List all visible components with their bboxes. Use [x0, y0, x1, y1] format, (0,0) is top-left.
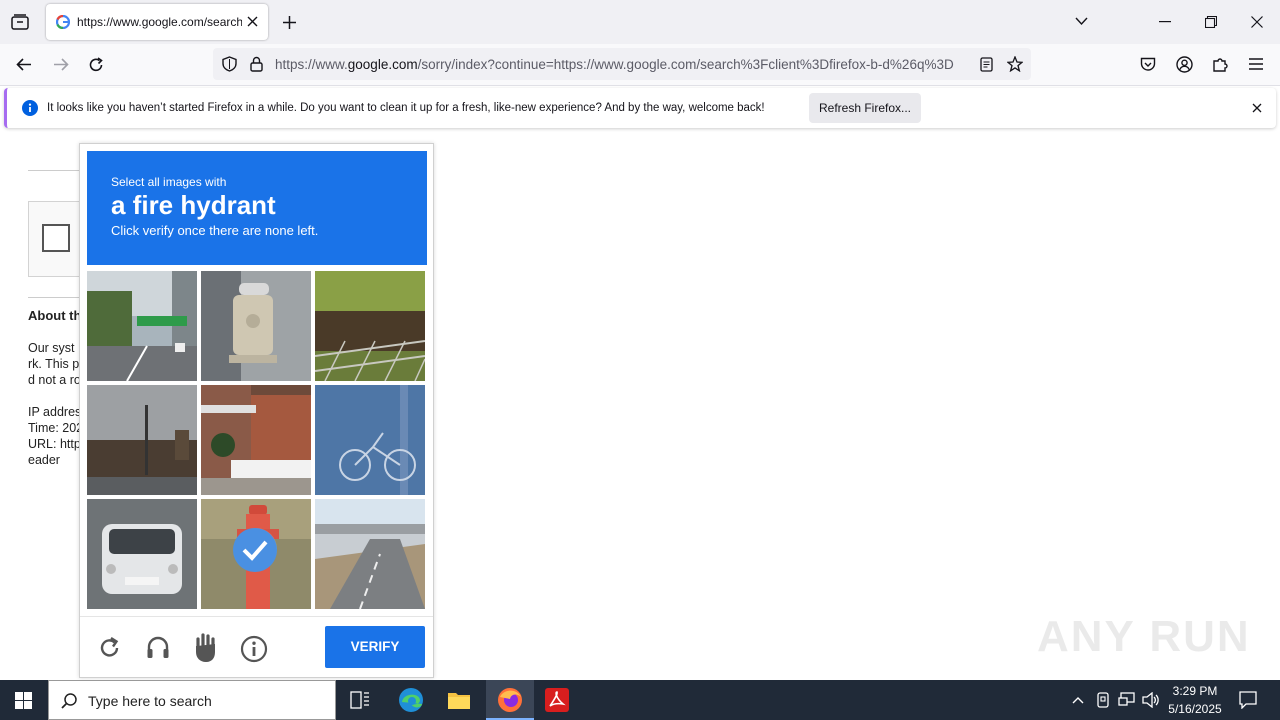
close-notification-icon[interactable] — [1252, 103, 1262, 113]
restore-icon[interactable] — [1205, 16, 1217, 28]
recaptcha-challenge: Select all images with a fire hydrant Cl… — [79, 143, 434, 678]
url-line: URL: http — [28, 437, 81, 451]
list-all-tabs-icon[interactable] — [1075, 17, 1088, 26]
tile-fire-hydrant-red[interactable] — [201, 499, 311, 609]
close-tab-icon[interactable] — [247, 16, 258, 27]
taskbar-search-box[interactable]: Type here to search — [48, 680, 336, 720]
new-tab-icon[interactable] — [283, 16, 296, 29]
notification-message: It looks like you haven’t started Firefo… — [47, 102, 765, 114]
url-path: /sorry/index?continue=https://www.google… — [417, 57, 954, 72]
pocket-icon[interactable] — [1140, 57, 1156, 72]
tile-fire-hydrant-gray[interactable] — [201, 271, 311, 381]
time-line: Time: 202 — [28, 421, 84, 435]
clock-time[interactable]: 3:29 PM — [1160, 684, 1230, 698]
file-explorer-icon[interactable] — [447, 690, 471, 710]
tile-white-car[interactable] — [87, 499, 197, 609]
tab-bar: https://www.google.com/search — [0, 0, 1280, 44]
back-icon[interactable] — [16, 58, 32, 71]
refresh-firefox-notification: It looks like you haven’t started Firefo… — [4, 88, 1276, 128]
show-hidden-icons-icon[interactable] — [1072, 696, 1084, 704]
about-heading: About th — [28, 308, 82, 323]
page-line: d not a ro — [28, 373, 81, 387]
anyrun-watermark: ANY RUN — [1037, 612, 1251, 661]
url-domain: google.com — [347, 57, 418, 72]
tile-road-overpass[interactable] — [315, 499, 425, 609]
app-menu-icon[interactable] — [1249, 58, 1263, 70]
verify-button[interactable]: VERIFY — [325, 626, 425, 668]
lock-icon[interactable] — [250, 56, 263, 72]
task-view-icon[interactable] — [350, 691, 370, 709]
tab-list-icon[interactable] — [11, 14, 29, 30]
tile-bicycle[interactable] — [315, 385, 425, 495]
windows-start-icon[interactable] — [15, 692, 32, 709]
url-prefix: https://www. — [275, 57, 348, 72]
acrobat-icon[interactable] — [545, 688, 569, 712]
hand-icon[interactable] — [192, 632, 220, 664]
reader-view-icon[interactable] — [980, 57, 993, 72]
instruction-sub: Click verify once there are none left. — [111, 223, 319, 238]
clock-date[interactable]: 5/16/2025 — [1160, 702, 1230, 716]
page-line: Our syst — [28, 341, 75, 355]
tile-house-fence[interactable] — [201, 385, 311, 495]
network-icon[interactable] — [1118, 692, 1136, 708]
search-placeholder: Type here to search — [88, 693, 212, 709]
instruction-small: Select all images with — [111, 175, 227, 189]
ip-address-line: IP addres — [28, 405, 82, 419]
page-line: eader — [28, 453, 60, 467]
tile-street-pole[interactable] — [87, 385, 197, 495]
google-favicon-icon — [56, 15, 70, 29]
recaptcha-checkbox[interactable] — [42, 224, 70, 252]
reload-challenge-icon[interactable] — [98, 636, 122, 660]
recaptcha-box — [28, 201, 80, 277]
tracking-protection-shield-icon[interactable] — [222, 56, 237, 72]
info-icon — [22, 100, 38, 116]
minimize-icon[interactable] — [1159, 21, 1171, 23]
reload-icon[interactable] — [88, 57, 104, 73]
tile-tree-fence[interactable] — [315, 271, 425, 381]
url-text[interactable]: https://www.google.com/sorry/index?conti… — [275, 57, 972, 72]
footer-divider — [80, 616, 433, 617]
close-window-icon[interactable] — [1251, 16, 1263, 28]
navigation-bar: https://www.google.com/sorry/index?conti… — [0, 44, 1280, 86]
tab-google[interactable]: https://www.google.com/search — [46, 4, 268, 40]
help-info-icon[interactable] — [240, 635, 268, 663]
tab-title: https://www.google.com/search — [77, 15, 242, 29]
refresh-firefox-button[interactable]: Refresh Firefox... — [809, 93, 921, 123]
firefox-icon — [498, 688, 522, 712]
divider — [28, 297, 80, 298]
url-bar[interactable]: https://www.google.com/sorry/index?conti… — [213, 48, 1031, 80]
edge-icon[interactable] — [398, 687, 424, 713]
account-icon[interactable] — [1176, 56, 1193, 73]
search-icon — [61, 693, 77, 709]
windows-taskbar: Type here to search 3:29 PM 5/16/2025 — [0, 680, 1280, 720]
tile-highway-sign[interactable] — [87, 271, 197, 381]
device-icon[interactable] — [1096, 692, 1110, 708]
divider — [28, 170, 80, 171]
bookmark-star-icon[interactable] — [1007, 56, 1023, 72]
selected-check-icon — [233, 528, 277, 572]
volume-icon[interactable] — [1142, 692, 1160, 708]
challenge-header: Select all images with a fire hydrant Cl… — [87, 151, 427, 265]
taskbar-firefox-active[interactable] — [486, 680, 534, 720]
audio-challenge-icon[interactable] — [145, 635, 171, 661]
forward-icon[interactable] — [53, 58, 69, 71]
extensions-icon[interactable] — [1212, 56, 1229, 73]
target-object: a fire hydrant — [111, 190, 276, 220]
notification-center-icon[interactable] — [1239, 691, 1257, 709]
page-line: rk. This p — [28, 357, 80, 371]
